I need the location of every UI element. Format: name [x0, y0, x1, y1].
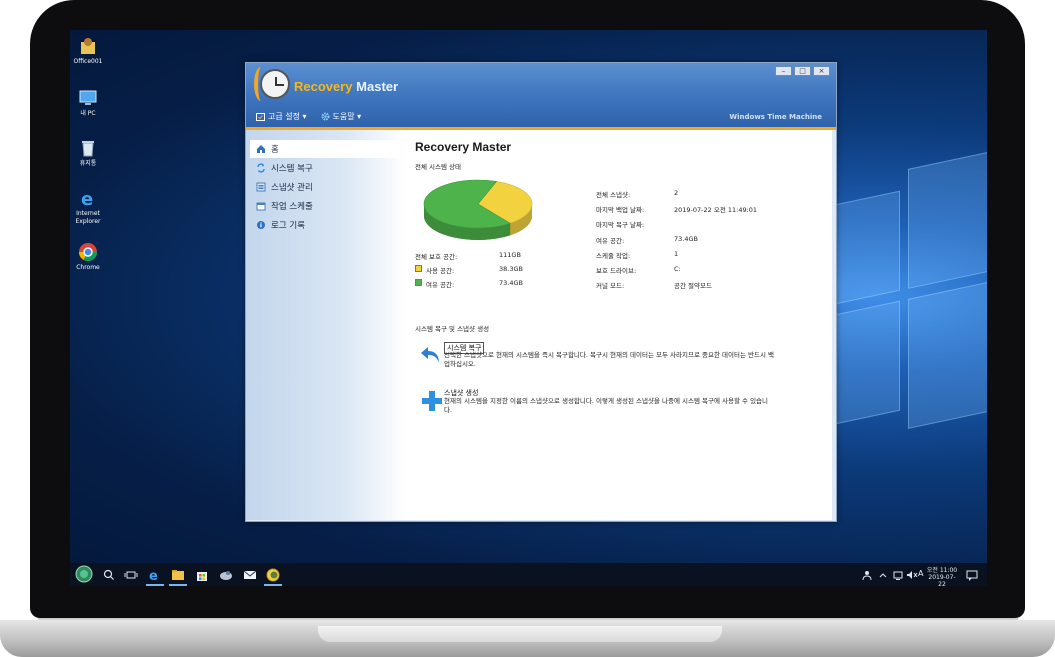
sidebar: 홈 시스템 복구 스냅샷 관리 작업 스케줄 로그 기록 [246, 130, 406, 520]
close-button[interactable]: × [813, 66, 830, 76]
recovery-master-window: Recovery Master – □ × 고급 설정 ▾ 도움말 ▾ Wind… [245, 62, 837, 522]
internet-explorer-icon: e [78, 188, 98, 210]
window-controls: – □ × [775, 66, 830, 76]
recovery-master-taskbar-icon[interactable] [266, 567, 280, 582]
store-icon[interactable] [195, 567, 209, 581]
desktop-icon-this-pc[interactable]: 내 PC [70, 88, 108, 118]
recycle-bin-icon [78, 138, 98, 158]
explorer-active-indicator [169, 584, 187, 586]
mail-icon[interactable] [243, 567, 257, 581]
sidebar-item-system-restore[interactable]: 시스템 복구 [250, 159, 400, 177]
desktop-screen: Office001 내 PC 휴지통 e Internet Explorer C… [70, 30, 987, 586]
info-row: 전체 스냅샷: 2 [596, 189, 679, 199]
sidebar-item-log[interactable]: 로그 기록 [250, 216, 400, 234]
create-snapshot-desc: 현재의 시스템을 지정한 이름의 스냅샷으로 생성합니다. 이렇게 생성된 스냅… [444, 397, 769, 414]
status-section-label: 전체 시스템 상태 [415, 163, 461, 171]
restore-arrows-icon [256, 163, 266, 173]
menu-help[interactable]: 도움말 ▾ [321, 111, 361, 122]
network-tool-icon[interactable] [219, 567, 233, 581]
info-row: 마지막 복구 날짜: [596, 221, 645, 229]
monitor-icon [78, 88, 98, 108]
notification-icon[interactable] [966, 567, 978, 581]
people-icon[interactable] [862, 567, 872, 581]
sidebar-item-home[interactable]: 홈 [250, 140, 400, 158]
search-icon[interactable] [102, 567, 116, 581]
sidebar-item-task-schedule[interactable]: 작업 스케줄 [250, 197, 400, 215]
volume-icon[interactable] [906, 567, 918, 581]
info-row: 여유 공간: 73.4GB [596, 235, 698, 245]
desktop-icon-chrome[interactable]: Chrome [70, 242, 108, 272]
settings-calendar-icon [256, 112, 265, 121]
app-title: Recovery Master [294, 79, 399, 94]
undo-arrow-icon [420, 345, 442, 365]
info-row: 보호 드라이브: C: [596, 265, 681, 275]
maximize-button[interactable]: □ [794, 66, 811, 76]
network-icon[interactable] [892, 567, 904, 581]
app-header: Recovery Master – □ × 고급 설정 ▾ 도움말 ▾ Wind… [246, 63, 836, 127]
laptop-base-notch [318, 626, 722, 642]
disk-total-row: 전체 보호 공간: 111GB [415, 251, 521, 261]
taskbar: e A 오전 11:00 2019-07-22 [70, 563, 987, 586]
desktop-icon-internet-explorer[interactable]: e Internet Explorer [70, 188, 108, 226]
info-row: 커널 모드: 공간 절약모드 [596, 282, 712, 290]
plus-icon [421, 390, 443, 412]
chevron-up-icon[interactable] [878, 567, 888, 581]
windows-logo-wallpaper [830, 114, 987, 525]
disk-usage-pie-chart [423, 179, 533, 240]
svg-text:e: e [81, 189, 93, 208]
clock[interactable]: 오전 11:00 2019-07-22 [925, 567, 959, 586]
list-icon [256, 182, 266, 192]
start-button[interactable] [75, 565, 93, 583]
main-content: Recovery Master 전체 시스템 상태 전체 보호 공간: 111G… [406, 130, 832, 520]
system-restore-desc: 선택한 스냅샷으로 현재의 시스템을 즉시 복구합니다. 복구시 현재의 데이터… [444, 351, 774, 368]
disk-used-row: 사용 공간: 38.3GB [415, 265, 523, 275]
clock-logo-icon [260, 69, 290, 99]
task-view-icon[interactable] [124, 567, 138, 581]
free-legend-swatch [415, 279, 422, 286]
app-tagline: Windows Time Machine [729, 113, 822, 121]
user-folder-icon [78, 36, 98, 56]
edge-active-indicator [146, 584, 164, 586]
desktop-icon-office[interactable]: Office001 [70, 36, 108, 66]
sidebar-item-snapshot-manage[interactable]: 스냅샷 관리 [250, 178, 400, 196]
actions-section-label: 시스템 복구 및 스냅샷 생성 [415, 325, 490, 333]
info-row: 마지막 백업 날짜: 2019-07-22 오전 11:49:01 [596, 206, 758, 214]
page-title: Recovery Master [415, 140, 512, 154]
svg-text:e: e [149, 569, 158, 582]
chrome-icon [78, 242, 98, 262]
menu-bar: 고급 설정 ▾ 도움말 ▾ [256, 111, 361, 122]
menu-advanced-settings[interactable]: 고급 설정 ▾ [256, 111, 307, 122]
desktop-icon-recycle-bin[interactable]: 휴지통 [70, 138, 108, 168]
info-row: 스케줄 작업: 1 [596, 250, 679, 260]
disk-free-row: 여유 공간: 73.4GB [415, 279, 523, 289]
calendar-icon [256, 201, 266, 211]
info-icon [256, 220, 266, 230]
ime-indicator[interactable]: A [918, 570, 923, 578]
minimize-button[interactable]: – [775, 66, 792, 76]
used-legend-swatch [415, 265, 422, 272]
edge-browser-icon[interactable]: e [148, 567, 162, 584]
app-active-indicator [264, 584, 282, 586]
file-explorer-icon[interactable] [171, 567, 185, 581]
gear-icon [321, 112, 330, 121]
home-icon [256, 144, 266, 154]
